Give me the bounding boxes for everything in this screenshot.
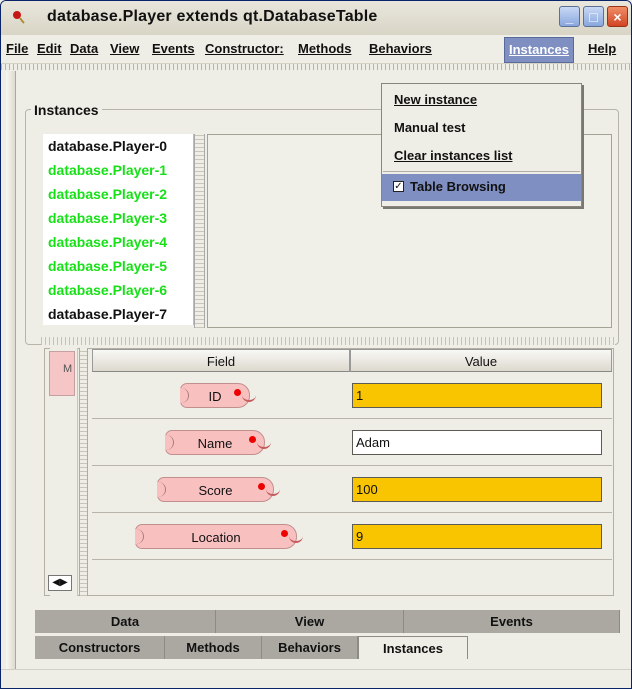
instances-splitter[interactable] — [194, 134, 205, 328]
instance-item[interactable]: database.Player-1 — [43, 158, 193, 182]
close-icon: × — [613, 9, 622, 25]
tab-constructors[interactable]: Constructors — [35, 636, 165, 659]
instance-item[interactable]: database.Player-7 — [43, 302, 193, 326]
menu-data[interactable]: Data — [70, 41, 98, 56]
method-tab-label: M — [63, 363, 73, 375]
value-field[interactable]: 1 — [352, 383, 602, 408]
instance-item[interactable]: database.Player-3 — [43, 206, 193, 230]
bean-icon — [13, 11, 25, 24]
method-tab[interactable]: M — [49, 351, 75, 396]
table-row: Name Adam — [92, 419, 612, 466]
tab-row-bottom: Constructors Methods Behaviors Instances — [35, 636, 620, 660]
menu-events[interactable]: Events — [152, 41, 195, 56]
menu-manual-test[interactable]: Manual test — [394, 120, 466, 135]
field-chip[interactable]: Name — [165, 430, 271, 455]
menu-methods[interactable]: Methods — [298, 41, 351, 56]
scroll-arrows[interactable]: ◀▶ — [48, 575, 72, 591]
tab-view[interactable]: View — [216, 610, 404, 633]
field-chip[interactable]: Score — [157, 477, 280, 502]
menu-constructors[interactable]: Constructor: — [205, 41, 284, 56]
field-chip[interactable]: Location — [135, 524, 303, 549]
toolbar-divider — [1, 64, 631, 70]
instance-list[interactable]: database.Player-0 database.Player-1 data… — [43, 134, 194, 325]
menu-clear-instances[interactable]: Clear instances list — [394, 148, 513, 163]
tab-behaviors[interactable]: Behaviors — [262, 636, 358, 659]
field-table: Field Value ID 1 Name Adam Score 100 Loc… — [92, 349, 612, 591]
value-header: Value — [350, 349, 612, 372]
field-label: Name — [197, 436, 233, 451]
tab-events[interactable]: Events — [404, 610, 620, 633]
minimize-icon: _ — [565, 9, 574, 25]
field-label: Score — [198, 483, 233, 498]
instance-item[interactable]: database.Player-4 — [43, 230, 193, 254]
table-browsing-label: Table Browsing — [410, 179, 506, 194]
menu-separator — [383, 171, 580, 172]
connector-dot-icon — [249, 436, 256, 443]
instance-item[interactable]: database.Player-0 — [43, 134, 193, 158]
table-row: ID 1 — [92, 372, 612, 419]
field-header: Field — [92, 349, 350, 372]
maximize-icon: □ — [589, 9, 598, 25]
minimize-button[interactable]: _ — [559, 6, 580, 27]
status-bar — [1, 669, 631, 688]
menu-view[interactable]: View — [110, 41, 139, 56]
main-window: database.Player extends qt.DatabaseTable… — [0, 0, 632, 689]
field-label: ID — [208, 389, 222, 404]
tab-methods[interactable]: Methods — [165, 636, 262, 659]
instance-item[interactable]: database.Player-2 — [43, 182, 193, 206]
table-row: Score 100 — [92, 466, 612, 513]
bottom-tab-bar: Data View Events Constructors Methods Be… — [35, 610, 620, 660]
menu-file[interactable]: File — [6, 41, 28, 56]
tab-row-top: Data View Events — [35, 610, 620, 634]
middle-splitter[interactable] — [41, 337, 615, 345]
instance-item[interactable]: database.Player-6 — [43, 278, 193, 302]
title-bar[interactable]: database.Player extends qt.DatabaseTable… — [1, 1, 631, 36]
instances-title: Instances — [31, 102, 102, 118]
close-button[interactable]: × — [607, 6, 628, 27]
tab-data[interactable]: Data — [35, 610, 216, 633]
table-row: Location 9 — [92, 513, 612, 560]
window-title: database.Player extends qt.DatabaseTable — [47, 8, 378, 25]
new-instance-label: New instance — [394, 92, 478, 107]
menu-behaviors[interactable]: Behaviors — [369, 41, 432, 56]
menu-instances[interactable]: Instances — [504, 37, 574, 63]
value-field[interactable]: Adam — [352, 430, 602, 455]
clear-instances-label: Clear instances list — [394, 148, 513, 163]
value-field[interactable]: 100 — [352, 477, 602, 502]
menu-new-instance[interactable]: New instance — [394, 92, 477, 107]
value-field[interactable]: 9 — [352, 524, 602, 549]
field-chip[interactable]: ID — [180, 383, 256, 408]
tab-instances[interactable]: Instances — [358, 636, 468, 659]
connector-dot-icon — [234, 389, 241, 396]
connector-dot-icon — [281, 530, 288, 537]
menu-help[interactable]: Help — [588, 41, 616, 56]
instances-menu-dropdown: New instance Manual test Clear instances… — [381, 83, 582, 207]
field-label: Location — [191, 530, 241, 545]
menu-edit[interactable]: Edit — [37, 41, 62, 56]
menu-table-browsing[interactable]: ✓ Table Browsing — [382, 174, 581, 201]
checkbox-icon: ✓ — [393, 181, 404, 192]
instance-item[interactable]: database.Player-5 — [43, 254, 193, 278]
field-splitter[interactable] — [79, 348, 88, 596]
left-splitter[interactable] — [6, 71, 16, 681]
menu-bar: File Edit Data View Events Constructor: … — [1, 35, 631, 64]
maximize-button[interactable]: □ — [583, 6, 604, 27]
connector-dot-icon — [258, 483, 265, 490]
